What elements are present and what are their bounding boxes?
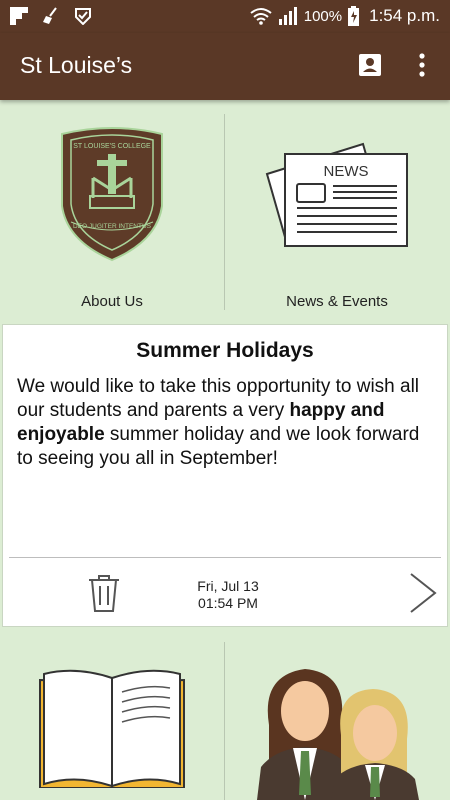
bottom-tiles bbox=[0, 630, 450, 800]
clock: 1:54 p.m. bbox=[369, 6, 440, 25]
newspaper-icon: NEWS bbox=[265, 142, 408, 247]
tile-news-events-label: News & Events bbox=[286, 293, 388, 310]
notice-title: Summer Holidays bbox=[136, 339, 314, 362]
more-vert-icon[interactable] bbox=[412, 51, 432, 79]
app-title: St Louise’s bbox=[20, 52, 133, 78]
notification-icons bbox=[10, 7, 92, 25]
crest-ring-text: ST LOUISE'S COLLEGE bbox=[73, 143, 151, 150]
crest-motto: DEO JUGITER INTENTUS bbox=[73, 223, 152, 230]
tile-about-us-label: About Us bbox=[81, 293, 143, 310]
tile-students[interactable] bbox=[225, 630, 449, 800]
status-bar: 100% 1:54 p.m. bbox=[0, 0, 450, 33]
battery-percent: 100% bbox=[303, 7, 343, 25]
top-tiles: ST LOUISE'S COLLEGE DEO JUGITER INTENTUS… bbox=[0, 100, 450, 324]
contact-card-icon[interactable] bbox=[358, 53, 382, 77]
broom-icon bbox=[43, 7, 57, 24]
notice-card[interactable]: Summer Holidays We would like to take th… bbox=[2, 324, 448, 627]
notice-date: Fri, Jul 13 bbox=[197, 578, 259, 594]
chevron-right-icon[interactable] bbox=[407, 571, 439, 615]
battery-charging-icon bbox=[348, 6, 360, 26]
newspaper-masthead: NEWS bbox=[324, 163, 369, 180]
signal-icon bbox=[278, 7, 297, 25]
flipboard-icon bbox=[10, 7, 28, 25]
status-right: 100% 1:54 p.m. bbox=[250, 6, 440, 26]
tile-book[interactable] bbox=[0, 630, 224, 800]
tile-about-us[interactable]: ST LOUISE'S COLLEGE DEO JUGITER INTENTUS… bbox=[0, 100, 224, 324]
wifi-icon bbox=[250, 8, 272, 25]
tile-news-events[interactable]: NEWS News & Events bbox=[225, 100, 449, 324]
students-icon bbox=[257, 669, 419, 800]
notice-body: We would like to take this opportunity t… bbox=[17, 375, 437, 471]
card-divider bbox=[9, 557, 441, 558]
app-bar: St Louise’s bbox=[0, 33, 450, 100]
school-crest-icon: ST LOUISE'S COLLEGE DEO JUGITER INTENTUS bbox=[61, 127, 163, 262]
open-book-icon bbox=[39, 669, 185, 788]
notice-datetime: Fri, Jul 13 01:54 PM bbox=[173, 578, 283, 612]
check-shield-icon bbox=[75, 8, 91, 25]
notice-time: 01:54 PM bbox=[198, 595, 258, 611]
trash-icon[interactable] bbox=[87, 573, 121, 613]
